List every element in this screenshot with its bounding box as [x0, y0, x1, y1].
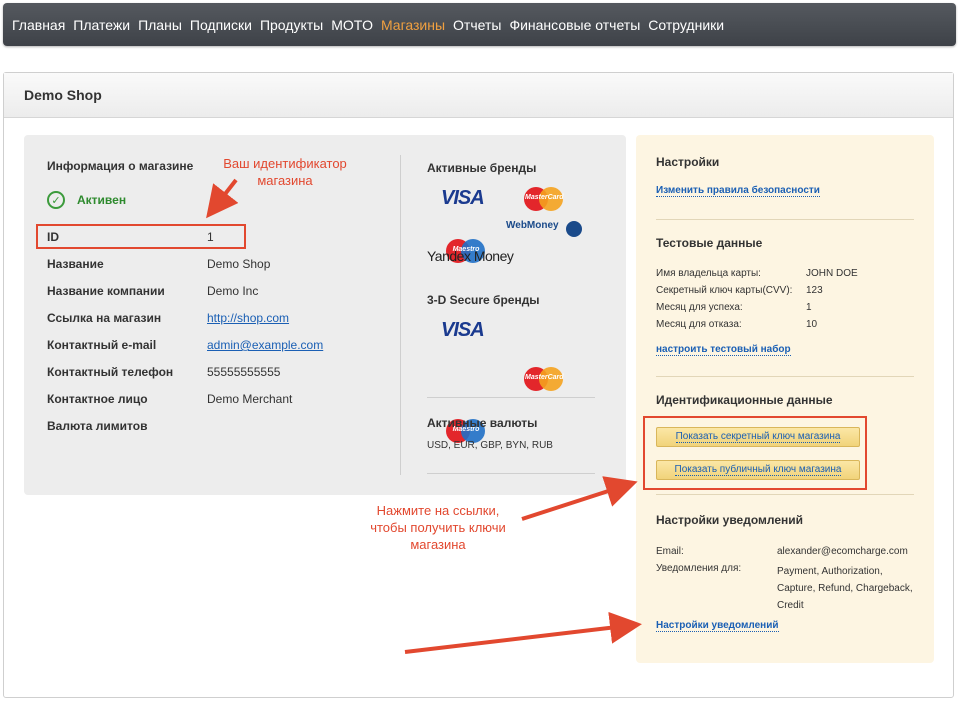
arrow-to-keys — [521, 476, 638, 521]
arrow-to-id — [206, 178, 239, 219]
arrow-to-notifications — [404, 611, 642, 654]
annotation-arrows — [206, 178, 642, 654]
